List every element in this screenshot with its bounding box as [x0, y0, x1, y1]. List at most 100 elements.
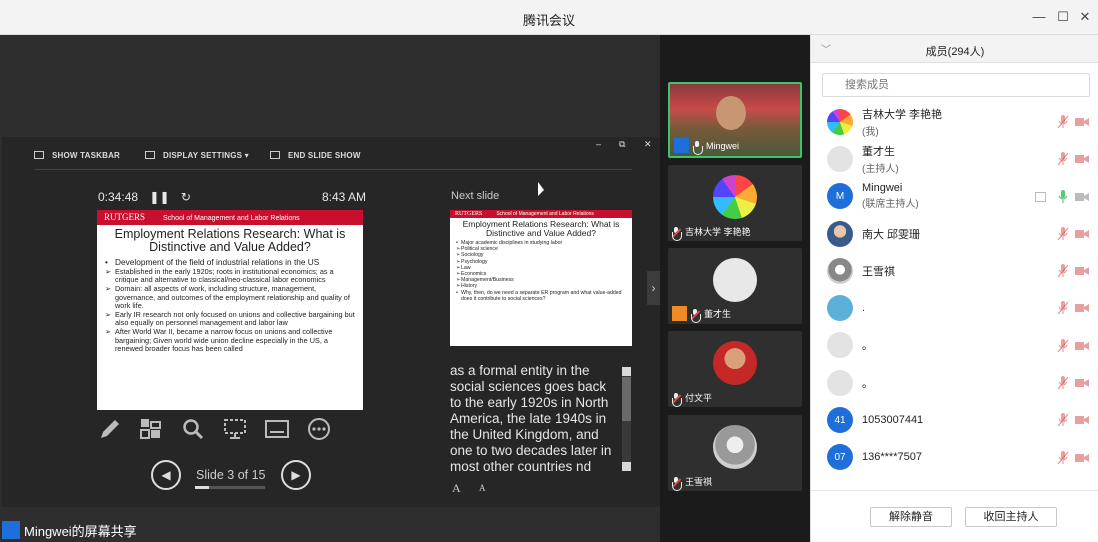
member-row[interactable]: 。 — [811, 327, 1098, 364]
show-taskbar-button[interactable]: SHOW TASKBAR — [34, 151, 120, 160]
screen-share-icon — [1035, 191, 1046, 202]
previous-slide-button[interactable]: ◀ — [151, 460, 181, 490]
video-tile[interactable]: 董才生 — [668, 248, 802, 324]
bullet-marker: • — [105, 257, 108, 267]
slide-bullet: ➢ Established in the early 1920s; roots i… — [105, 267, 357, 284]
member-search-input[interactable] — [822, 73, 1090, 97]
mic-muted-icon — [672, 476, 682, 491]
member-row[interactable]: 。 — [811, 364, 1098, 401]
minimize-button[interactable]: — — [1030, 8, 1048, 26]
display-settings-button[interactable]: DISPLAY SETTINGS ▾ — [145, 151, 249, 160]
next-slide-header-band: RUTGERS School of Management and Labor Re… — [450, 210, 632, 218]
mic-muted-icon[interactable] — [1057, 338, 1069, 353]
current-slide: RUTGERS School of Management and Labor Re… — [97, 210, 363, 410]
camera-off-icon[interactable] — [1075, 117, 1089, 127]
video-tile[interactable]: 王雪祺 — [668, 415, 802, 491]
zoom-icon[interactable] — [181, 417, 205, 441]
pause-icon[interactable]: ❚❚ — [149, 190, 169, 204]
mic-muted-icon[interactable] — [1057, 301, 1069, 315]
camera-off-icon[interactable] — [1075, 303, 1089, 313]
notes-scroll-down[interactable] — [622, 462, 631, 471]
presenter-minimize-button[interactable]: – — [596, 139, 601, 149]
members-list: 吉林大学 李艳艳 (我) 董才生 (主持人) M Mingwei (联席主持人) 南大 邱雯珊… — [811, 103, 1098, 490]
bullet-marker: ➢ — [105, 267, 112, 276]
bullet-marker: ➢ — [105, 327, 112, 337]
bullet-text: Economics — [461, 271, 487, 278]
notes-scroll-up[interactable] — [622, 367, 631, 376]
maximize-button[interactable]: ☐ — [1054, 8, 1072, 26]
camera-off-icon[interactable] — [1075, 192, 1089, 202]
collapse-video-panel-button[interactable]: › — [647, 271, 660, 305]
video-tile-name: 王雪祺 — [685, 477, 713, 487]
next-slide-preview[interactable]: RUTGERS School of Management and Labor Re… — [450, 210, 632, 346]
presenter-restore-button[interactable]: ⧉ — [619, 139, 625, 150]
school-name: School of Management and Labor Relations — [163, 215, 300, 222]
avatar — [827, 295, 853, 322]
mic-muted-icon[interactable] — [1057, 413, 1069, 427]
slide-progress-bar — [195, 486, 265, 489]
default-avatar-icon — [827, 369, 853, 396]
end-slide-show-button[interactable]: END SLIDE SHOW — [270, 151, 361, 160]
mic-muted-icon[interactable] — [1057, 152, 1069, 166]
member-row[interactable]: 董才生 (主持人) — [811, 140, 1098, 177]
reclaim-host-button[interactable]: 收回主持人 — [965, 507, 1057, 527]
camera-off-icon[interactable] — [1075, 229, 1089, 239]
taskbar-icon — [34, 151, 44, 159]
speaker-notes[interactable]: as a formal entity in the social science… — [450, 363, 620, 471]
host-icon — [672, 306, 687, 321]
mic-muted-icon[interactable] — [1057, 226, 1069, 241]
members-panel-footer: 解除静音 收回主持人 — [811, 490, 1098, 542]
mic-muted-icon — [691, 308, 701, 323]
video-tile[interactable]: 付文平 — [668, 331, 802, 407]
avatar: M — [827, 183, 853, 210]
bullet-text: After World War II, became a narrow focu… — [115, 327, 333, 353]
pen-icon[interactable] — [98, 417, 122, 441]
bullet-text: Sociology — [461, 252, 484, 259]
next-slide-button[interactable]: ▶ — [281, 460, 311, 490]
shared-screen: SHOW TASKBAR DISPLAY SETTINGS ▾ END SLID… — [0, 35, 660, 542]
camera-off-icon[interactable] — [1075, 154, 1089, 164]
camera-off-icon[interactable] — [1075, 341, 1089, 351]
notes-scroll-thumb[interactable] — [622, 377, 631, 421]
video-tile-label: 董才生 — [672, 306, 731, 323]
video-tile-name: Mingwei — [706, 140, 740, 151]
member-row[interactable]: 07 136****7507 — [811, 439, 1098, 476]
end-slide-show-label: END SLIDE SHOW — [288, 151, 361, 160]
camera-off-icon[interactable] — [1075, 453, 1089, 463]
camera-off-icon[interactable] — [1075, 266, 1089, 276]
member-row[interactable]: . — [811, 289, 1098, 326]
slide-bullet: ➢ Early IR research not only focused on u… — [105, 310, 357, 327]
decrease-font-button[interactable]: A — [479, 483, 486, 493]
close-button[interactable]: ✕ — [1076, 8, 1094, 26]
bullet-text: Political science — [461, 246, 498, 253]
member-row[interactable]: 41 1053007441 — [811, 401, 1098, 438]
camera-off-icon[interactable] — [1075, 378, 1089, 388]
increase-font-button[interactable]: A — [452, 481, 461, 496]
unmute-all-button[interactable]: 解除静音 — [870, 507, 952, 527]
black-screen-icon[interactable] — [223, 417, 247, 441]
mic-muted-icon[interactable] — [1057, 115, 1069, 129]
see-all-slides-icon[interactable] — [139, 417, 163, 441]
member-row[interactable]: M Mingwei (联席主持人) — [811, 178, 1098, 215]
video-tile[interactable]: Mingwei — [668, 82, 802, 158]
restart-icon[interactable]: ↻ — [181, 190, 191, 204]
avatar — [827, 257, 853, 284]
mic-muted-icon — [672, 392, 682, 407]
mic-on-icon[interactable] — [1057, 189, 1069, 204]
mic-muted-icon[interactable] — [1057, 450, 1069, 465]
share-label-text: Mingwei的屏幕共享 — [24, 523, 137, 539]
member-row[interactable]: 南大 邱雯珊 — [811, 215, 1098, 252]
video-panel: Mingwei 吉林大学 李艳艳 董才生 付文平 王雪祺 — [660, 35, 810, 542]
member-row[interactable]: 王雪祺 — [811, 252, 1098, 289]
video-tile[interactable]: 吉林大学 李艳艳 — [668, 165, 802, 241]
subtitles-icon[interactable] — [265, 417, 289, 441]
mic-muted-icon[interactable] — [1057, 264, 1069, 278]
presenter-close-button[interactable]: ✕ — [644, 139, 652, 150]
more-options-icon[interactable] — [307, 417, 331, 441]
mic-muted-icon — [672, 226, 682, 241]
avatar — [827, 220, 853, 247]
share-indicator: Mingwei的屏幕共享 — [2, 520, 137, 540]
member-row[interactable]: 吉林大学 李艳艳 (我) — [811, 103, 1098, 140]
mic-muted-icon[interactable] — [1057, 376, 1069, 390]
camera-off-icon[interactable] — [1075, 415, 1089, 425]
